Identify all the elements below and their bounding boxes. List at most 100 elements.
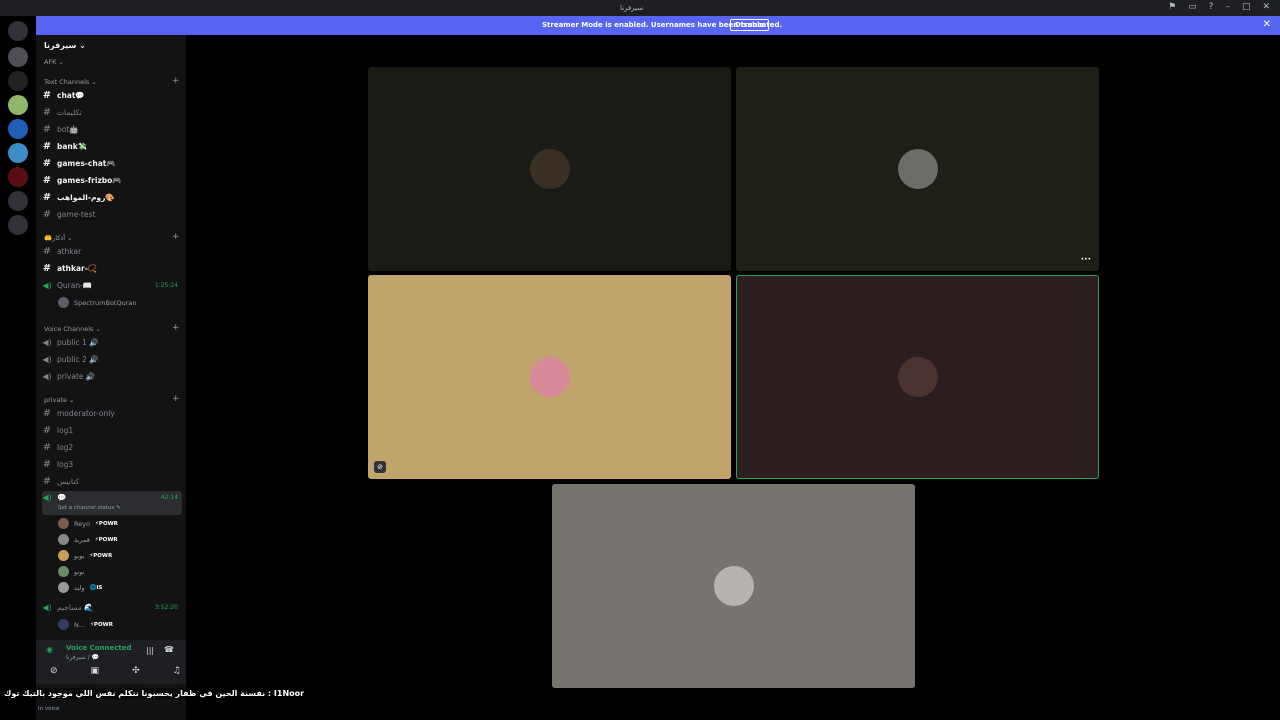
banner-close-icon[interactable]: ✕ [1263,19,1271,30]
user-name: SpectrumBotQuran [74,298,137,307]
speaker-icon: ◀) [42,493,52,502]
channel-item[interactable]: # moderator-only [42,406,182,420]
channel-label: games-frizbo🎮 [57,175,122,185]
server-icon[interactable] [8,119,28,139]
hash-icon: # [42,458,52,470]
minimize-icon[interactable]: – [1225,2,1230,12]
flag-icon[interactable]: ⚑ [1168,2,1176,12]
video-off-icon[interactable]: ⊘ [50,666,58,676]
participant-avatar [529,149,570,189]
add-channel-icon[interactable]: + [172,76,180,86]
video-tile[interactable] [368,67,731,271]
hash-icon: # [42,441,52,453]
channel-label: bot🤖 [57,124,79,134]
channel-label: game-test [57,209,96,219]
add-channel-icon[interactable]: + [172,323,180,333]
voice-user[interactable]: قمرية ⚡POWR [58,533,118,546]
video-tile[interactable]: ⊘ [368,275,731,479]
disable-button[interactable]: Disable [730,19,770,31]
user-name: وليد [74,583,85,592]
hash-icon: # [42,89,52,101]
voice-channel[interactable]: ◀) مساجيم 🌊 3:52:20 [42,600,182,614]
more-options-icon[interactable]: ··· [1081,255,1091,265]
close-icon[interactable]: ✕ [1262,2,1270,12]
add-channel-icon[interactable]: + [172,394,180,404]
channel-sidebar: سيرفرنا ⌄ AFK ⌄ Text Channels ⌄ + # chat💬 … [36,35,186,720]
channel-item[interactable]: # روم-المواهب🎨 [42,190,182,204]
category-label: Voice Channels ⌄ [44,325,101,333]
signal-icon[interactable]: ◉ [46,645,53,654]
voice-timer: 1:25:24 [154,281,178,289]
afk-category[interactable]: AFK ⌄ [44,58,64,66]
avatar [58,297,69,308]
channel-label: bank💸 [57,141,88,151]
text-channels-category[interactable]: Text Channels ⌄ + [44,76,180,86]
add-channel-icon[interactable]: + [172,232,180,242]
channel-label: 💬 [57,493,67,502]
activities-icon[interactable]: ✣ [132,666,140,676]
avatar [58,619,69,630]
voice-connected-panel: ◉ Voice Connected سيرفرنا / 💬 ||| ☎ ⊘ ▣ … [36,640,186,684]
in-voice-status: In voice [38,706,60,712]
channel-item[interactable]: # تكليمات [42,105,182,119]
channel-item[interactable]: # log1 [42,423,182,437]
voice-user[interactable]: نونو [58,565,89,578]
channel-label: athkar-📿 [57,263,98,273]
maximize-icon[interactable]: □ [1242,2,1251,12]
server-icon[interactable] [8,143,28,163]
inbox-icon[interactable]: ▭ [1188,2,1197,12]
voice-channel-quran[interactable]: ◀) Quran-📖 1:25:24 [42,278,182,292]
user-tag: ⚡POWR [90,621,113,628]
add-server-icon[interactable] [8,191,28,211]
channel-status[interactable]: Set a channel status ✎ [58,505,121,511]
window-title: سيرفرنا [620,4,644,12]
voice-user[interactable]: بوبو ⚡POWR [58,549,112,562]
channel-item[interactable]: # games-chat🎮 [42,156,182,170]
voice-user[interactable]: Reyo ⚡POWR [58,517,118,530]
voice-channel[interactable]: ◀) private 🔊 [42,369,182,383]
video-tile[interactable] [552,484,915,688]
channel-item[interactable]: # athkar [42,244,182,258]
channel-item[interactable]: # bank💸 [42,139,182,153]
azkar-category[interactable]: 🤲أذكار ⌄ + [44,232,180,242]
server-icon[interactable] [8,95,28,115]
video-tile[interactable]: ··· [736,67,1099,271]
channel-item[interactable]: # games-frizbo🎮 [42,173,182,187]
channel-item[interactable]: # bot🤖 [42,122,182,136]
active-voice-channel[interactable]: ◀) 💬 42:14 [42,491,182,515]
screen-share-icon[interactable]: ▣ [91,666,100,676]
disconnect-icon[interactable]: ☎ [164,645,174,654]
server-icon[interactable] [8,167,28,187]
private-category[interactable]: private ⌄ + [44,394,180,404]
server-icon[interactable] [8,47,28,67]
voice-user[interactable]: N... ⚡POWR [58,618,113,631]
channel-item[interactable]: # log3 [42,457,182,471]
channel-item[interactable]: # athkar-📿 [42,261,182,275]
discord-home-icon[interactable] [8,21,28,41]
voice-user[interactable]: وليد 🌐IS [58,581,102,594]
voice-channels-category[interactable]: Voice Channels ⌄ + [44,323,180,333]
avatar [58,534,69,545]
hash-icon: # [42,191,52,203]
channel-item[interactable]: # chat💬 [42,88,182,102]
help-icon[interactable]: ? [1209,2,1214,12]
discover-icon[interactable] [8,215,28,235]
voice-user[interactable]: SpectrumBotQuran [58,296,137,309]
voice-timer: 42:14 [160,494,178,501]
channel-item[interactable]: # log2 [42,440,182,454]
channel-label: private 🔊 [57,371,96,381]
user-tag: ⚡POWR [95,520,118,527]
video-tile[interactable] [736,275,1099,479]
channel-label: مساجيم 🌊 [57,602,94,612]
noise-suppression-icon[interactable]: ||| [146,646,154,655]
voice-channel[interactable]: ◀) public 2 🔊 [42,352,182,366]
server-icon[interactable] [8,71,28,91]
mute-badge-icon: ⊘ [374,461,386,473]
voice-connected-subtitle[interactable]: سيرفرنا / 💬 [66,654,99,661]
channel-item[interactable]: # game-test [42,207,182,221]
voice-channel[interactable]: ◀) public 1 🔊 [42,335,182,349]
soundboard-icon[interactable]: ♫ [173,666,181,676]
channel-item[interactable]: # كتابيس [42,474,182,488]
server-name[interactable]: سيرفرنا ⌄ [44,41,86,50]
channel-label: كتابيس [57,476,80,486]
